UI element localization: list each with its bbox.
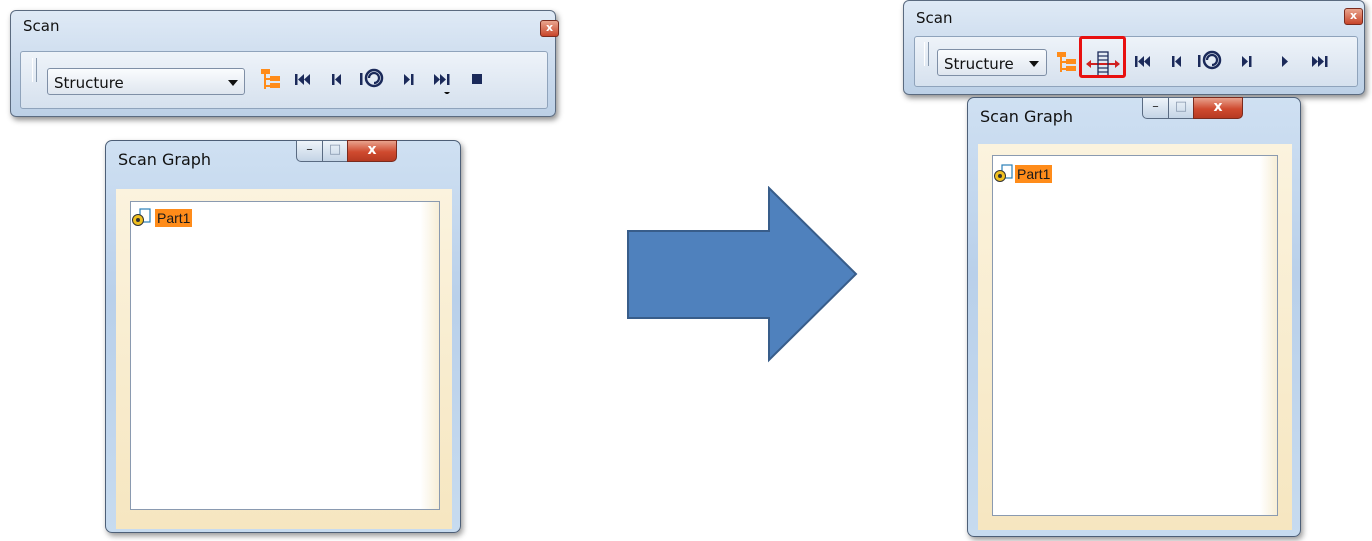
next-step-icon [1242,56,1252,67]
next-step-button[interactable] [395,66,423,94]
toolbar-grip-handle[interactable] [924,42,929,66]
minimize-icon: – [306,142,313,157]
stop-icon [472,74,482,84]
scan-graph-window-left: Scan Graph – □ x Part1 [105,140,461,533]
toolbar-grip-handle[interactable] [32,58,37,82]
window-close-button[interactable]: x [1193,97,1243,119]
scan-graph-window-right: Scan Graph – □ x Part1 [967,97,1301,537]
window-close-button[interactable]: x [347,140,397,162]
close-icon: x [1213,99,1223,115]
previous-step-icon [1172,56,1181,67]
next-step-button[interactable] [1233,48,1261,76]
maximize-icon: □ [328,142,342,157]
next-step-icon [404,74,414,85]
tree-icon [261,69,280,89]
tree-item-label: Part1 [1015,165,1053,183]
first-step-button[interactable] [289,66,317,94]
close-icon: x [545,21,554,34]
last-step-icon [434,74,450,94]
tree-view-button[interactable] [258,66,286,94]
tree-item-label: Part1 [155,209,193,227]
chevron-down-icon [228,80,238,86]
last-step-button[interactable] [429,66,457,94]
toolbar-title: Scan [916,9,953,27]
scan-mode-dropdown[interactable]: Structure [47,68,245,95]
minimize-icon: – [1152,99,1159,114]
first-step-icon [1135,56,1150,67]
maximize-icon: □ [1174,99,1188,114]
maximize-button[interactable]: □ [1168,97,1194,119]
scan-toolbar-left: Scan x Structure [10,10,559,117]
scan-graph-area[interactable]: Part1 [130,201,440,510]
close-icon: x [367,142,377,158]
chevron-down-icon [1029,61,1039,67]
part-icon [994,164,1013,182]
tree-icon [1057,52,1076,72]
scan-mode-value: Structure [54,74,124,92]
last-step-button[interactable] [1307,48,1335,76]
update-step-button[interactable] [1195,46,1223,74]
previous-step-icon [332,74,341,85]
play-icon [1282,56,1288,67]
scan-toolbar-right: Scan x Structure [903,0,1365,95]
right-arrow-icon [627,186,858,363]
previous-step-button[interactable] [323,66,351,94]
update-step-icon [1198,50,1222,70]
update-step-icon [360,68,384,88]
toolbar-body: Structure [20,51,548,109]
scan-mode-value: Structure [944,55,1014,73]
highlight-frame [1079,36,1126,78]
minimize-button[interactable]: – [296,140,323,162]
play-button[interactable] [1271,48,1299,76]
update-step-button[interactable] [357,64,385,92]
toolbar-close-button[interactable]: x [540,20,559,37]
tree-view-button[interactable] [1055,49,1077,77]
maximize-button[interactable]: □ [322,140,348,162]
first-step-button[interactable] [1129,48,1157,76]
toolbar-body: Structure [914,36,1358,87]
first-step-icon [295,74,310,85]
stop-button[interactable] [463,66,491,94]
minimize-button[interactable]: – [1142,97,1169,119]
toolbar-title: Scan [23,17,60,35]
part-icon [132,208,151,226]
last-step-icon [1312,56,1328,67]
scan-mode-dropdown[interactable]: Structure [937,49,1047,76]
previous-step-button[interactable] [1163,48,1191,76]
close-icon: x [1349,9,1358,22]
toolbar-close-button[interactable]: x [1344,8,1363,25]
window-title: Scan Graph [118,150,212,169]
window-title: Scan Graph [980,107,1074,126]
scan-graph-area[interactable]: Part1 [992,155,1278,516]
